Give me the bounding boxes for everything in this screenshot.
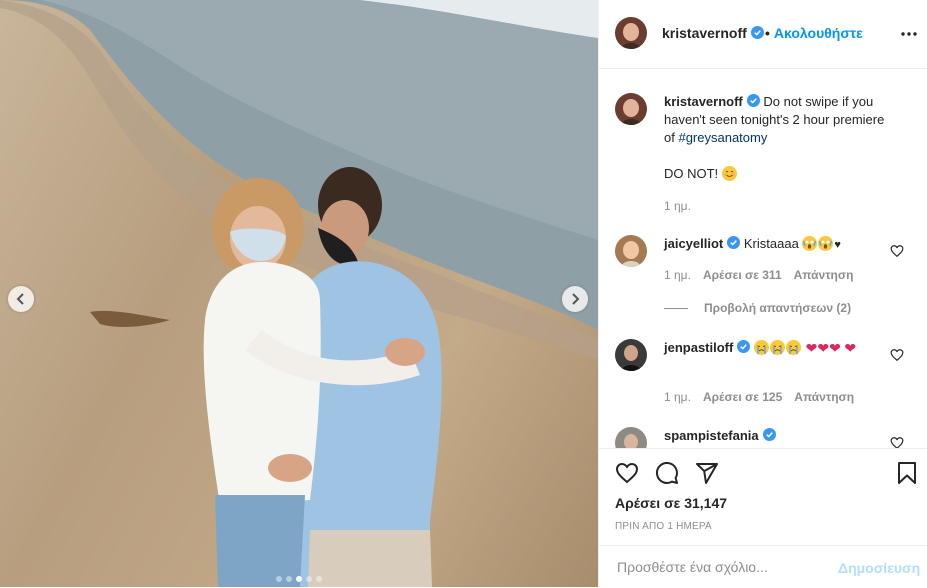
- red-heart-emoji-icon: ❤: [829, 340, 841, 356]
- comment-text: spampistefania: [664, 427, 894, 445]
- post-side-panel: kristavernoff • Ακολουθήστε kristavernoff…: [598, 0, 927, 587]
- chevron-right-icon: [572, 293, 580, 305]
- comment-text: jenpastiloff ❤❤❤ ❤: [664, 339, 894, 357]
- verified-badge-icon: [737, 340, 751, 353]
- post-comment-button[interactable]: Δημοσίευση: [838, 560, 920, 576]
- caption-second-line-text: DO NOT!: [664, 166, 719, 181]
- comment-meta: 1 ημ. Αρέσει σε 125 Απάντηση: [664, 390, 854, 404]
- view-replies-label[interactable]: Προβολή απαντήσεων (2): [704, 301, 851, 315]
- reply-button[interactable]: Απάντηση: [794, 268, 854, 282]
- comment-likes[interactable]: Αρέσει σε 125: [703, 390, 782, 404]
- black-heart-emoji-icon: ♥: [834, 239, 841, 251]
- carousel-dot: [306, 576, 312, 582]
- red-heart-emoji-icon: ❤: [817, 340, 830, 356]
- post-actions-section: Αρέσει σε 31,147 ΠΡΙΝ ΑΠΟ 1 ΗΜΕΡΑ Δημοσί…: [599, 448, 927, 587]
- add-comment-bar: Δημοσίευση: [599, 545, 927, 588]
- view-replies-button[interactable]: Προβολή απαντήσεων (2): [664, 301, 851, 315]
- carousel-dot: [286, 576, 292, 582]
- comment-username[interactable]: jenpastiloff: [664, 340, 733, 355]
- caption-text: kristavernoff Do not swipe if you haven'…: [664, 93, 894, 147]
- commenter-avatar[interactable]: [615, 427, 647, 448]
- comment-icon[interactable]: [655, 461, 679, 485]
- author-avatar[interactable]: [615, 17, 647, 49]
- verified-badge-icon: [762, 428, 776, 441]
- share-icon[interactable]: [695, 461, 719, 485]
- comment-timestamp[interactable]: 1 ημ.: [664, 268, 691, 282]
- carousel-dot-active: [296, 576, 302, 582]
- carousel-dot: [316, 576, 322, 582]
- verified-badge-icon: [746, 94, 760, 107]
- red-heart-emoji-icon: ❤: [805, 340, 818, 356]
- chevron-left-icon: [16, 293, 24, 305]
- replies-divider-line: [664, 307, 688, 309]
- screaming-face-emoji-icon: [802, 236, 818, 251]
- follow-label[interactable]: Ακολουθήστε: [774, 25, 863, 41]
- like-comment-heart-icon[interactable]: [890, 348, 904, 362]
- like-comment-heart-icon[interactable]: [890, 436, 904, 448]
- comments-list[interactable]: kristavernoff Do not swipe if you haven'…: [599, 70, 927, 448]
- comment-meta: 1 ημ. Αρέσει σε 311 Απάντηση: [664, 268, 853, 282]
- caption-timestamp[interactable]: 1 ημ.: [664, 199, 691, 213]
- commenter-avatar[interactable]: [615, 339, 647, 371]
- previous-slide-button[interactable]: [8, 286, 34, 312]
- post-timestamp[interactable]: ΠΡΙΝ ΑΠΟ 1 ΗΜΕΡΑ: [615, 521, 712, 532]
- screaming-face-emoji-icon: [818, 236, 834, 251]
- comment-input[interactable]: [615, 558, 839, 576]
- post-photo[interactable]: [0, 0, 598, 587]
- comment-timestamp[interactable]: 1 ημ.: [664, 390, 691, 404]
- carousel-indicator: [276, 576, 322, 582]
- post-modal: kristavernoff • Ακολουθήστε kristavernoff…: [0, 0, 927, 587]
- crying-face-emoji-icon: [769, 340, 785, 355]
- author-username[interactable]: kristavernoff: [662, 25, 764, 41]
- verified-badge-icon: [750, 26, 764, 39]
- likes-count[interactable]: Αρέσει σε 31,147: [615, 495, 727, 511]
- verified-badge-icon: [727, 236, 741, 249]
- caption-avatar[interactable]: [615, 93, 647, 125]
- author-username-text[interactable]: kristavernoff: [662, 25, 747, 41]
- crying-face-emoji-icon: [785, 340, 801, 355]
- separator-bullet: •: [765, 25, 770, 41]
- carousel-dot: [276, 576, 282, 582]
- caption-second-line: DO NOT!: [664, 165, 894, 183]
- comment-text: jaicyelliot Kristaaaa ♥: [664, 235, 894, 254]
- comment-body: Kristaaaa: [743, 236, 799, 251]
- more-options-icon[interactable]: [900, 25, 918, 43]
- comment-likes[interactable]: Αρέσει σε 311: [703, 268, 782, 282]
- comment-username[interactable]: jaicyelliot: [664, 236, 723, 251]
- post-header: kristavernoff • Ακολουθήστε: [599, 0, 927, 69]
- smiling-face-emoji-icon: [721, 166, 737, 181]
- reply-button[interactable]: Απάντηση: [794, 390, 854, 404]
- red-heart-emoji-icon: ❤: [844, 340, 857, 356]
- hashtag-link[interactable]: #greysanatomy: [678, 130, 767, 145]
- caption-meta: 1 ημ.: [664, 199, 691, 213]
- next-slide-button[interactable]: [562, 286, 588, 312]
- heart-icon[interactable]: [615, 461, 639, 485]
- caption-username[interactable]: kristavernoff: [664, 94, 743, 109]
- comment-username[interactable]: spampistefania: [664, 428, 759, 443]
- like-comment-heart-icon[interactable]: [890, 244, 904, 258]
- beach-photo-illustration: [0, 0, 598, 587]
- commenter-avatar[interactable]: [615, 235, 647, 267]
- bookmark-icon[interactable]: [895, 461, 919, 485]
- follow-button[interactable]: • Ακολουθήστε: [765, 25, 863, 41]
- crying-face-emoji-icon: [753, 340, 769, 355]
